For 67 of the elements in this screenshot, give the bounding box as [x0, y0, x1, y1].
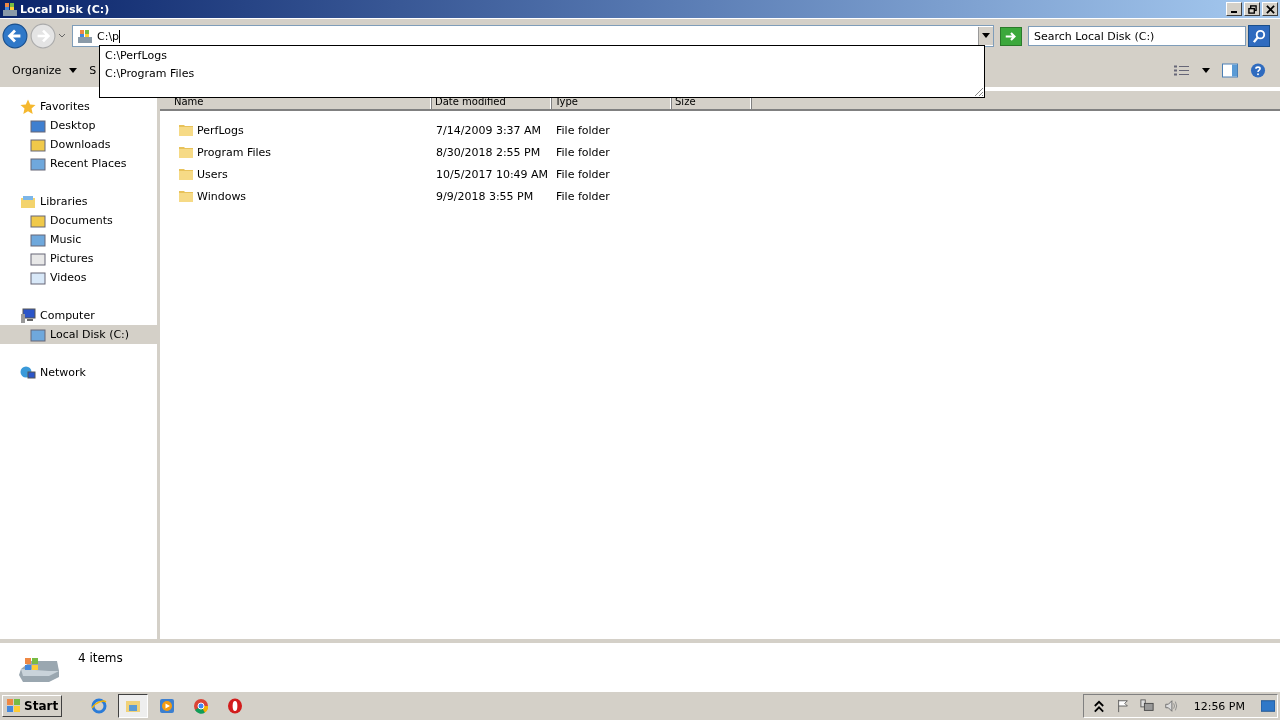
- chevron-icon[interactable]: [1091, 699, 1106, 713]
- item-count: 4 items: [78, 651, 123, 665]
- caret-icon[interactable]: [1202, 67, 1210, 73]
- table-cell-text: File folder: [555, 167, 611, 181]
- back-icon[interactable]: [2, 23, 28, 49]
- library-icon: [20, 193, 36, 210]
- file-name[interactable]: Windows: [197, 189, 247, 203]
- speaker-icon[interactable]: [1163, 699, 1178, 713]
- search-field[interactable]: Search Local Disk (C:): [1028, 26, 1246, 46]
- sidebar-item[interactable]: Documents: [0, 211, 157, 230]
- browser-icon[interactable]: [91, 698, 108, 714]
- caret-icon[interactable]: [982, 33, 990, 39]
- resize-grip-icon[interactable]: [972, 85, 984, 97]
- arrow-icon: [1004, 30, 1018, 42]
- media-player-icon[interactable]: [159, 698, 176, 714]
- caret-icon: [69, 67, 78, 73]
- sidebar-item[interactable]: Favorites: [0, 97, 157, 116]
- sidebar-item[interactable]: Libraries: [0, 192, 157, 211]
- window-title: Local Disk (C:): [20, 2, 110, 16]
- chrome-icon[interactable]: [193, 698, 210, 714]
- table-cell-text: 7/14/2009 3:37 AM: [435, 123, 543, 137]
- minimize-icon: [1231, 10, 1237, 13]
- toolbar-button[interactable]: Organize: [6, 63, 84, 77]
- drive-icon: [17, 655, 61, 683]
- network-icon[interactable]: [1139, 699, 1154, 713]
- suggestion-item[interactable]: C:\Program Files: [100, 65, 984, 82]
- go-button[interactable]: [1000, 26, 1022, 46]
- sidebar-item[interactable]: Local Disk (C:): [0, 325, 157, 344]
- computer-icon: [20, 307, 36, 324]
- table-cell-text: File folder: [555, 123, 611, 137]
- sidebar-item[interactable]: Videos: [0, 268, 157, 287]
- drive-icon: [77, 28, 93, 44]
- file-name[interactable]: Program Files: [197, 145, 272, 159]
- drive-icon: [2, 1, 18, 17]
- file-name[interactable]: Users: [197, 167, 228, 181]
- show-desktop-icon[interactable]: [1261, 699, 1275, 713]
- windows-logo-icon: [6, 698, 22, 714]
- star-icon: [20, 98, 36, 115]
- suggestion-item[interactable]: C:\PerfLogs: [100, 47, 984, 64]
- table-cell-text: 10/5/2017 10:49 AM: [435, 167, 550, 181]
- search-icon: [1251, 28, 1267, 44]
- file-name[interactable]: PerfLogs: [197, 123, 244, 137]
- sidebar-item[interactable]: Network: [0, 363, 157, 382]
- search-button[interactable]: [1248, 25, 1270, 47]
- table-cell-text: File folder: [555, 189, 611, 203]
- explorer-taskbar-button[interactable]: [118, 694, 149, 718]
- start-button[interactable]: Start: [2, 695, 63, 717]
- sidebar-item[interactable]: Computer: [0, 306, 157, 325]
- sidebar-item[interactable]: Music: [0, 230, 157, 249]
- table-cell-text: 9/9/2018 3:55 PM: [435, 189, 535, 203]
- close-button[interactable]: [1262, 2, 1278, 16]
- table-cell-text: 8/30/2018 2:55 PM: [435, 145, 542, 159]
- sidebar-item[interactable]: Downloads: [0, 135, 157, 154]
- minimize-button[interactable]: [1226, 2, 1242, 16]
- preview-pane-icon[interactable]: [1222, 62, 1238, 78]
- sidebar-item[interactable]: Pictures: [0, 249, 157, 268]
- sidebar-item[interactable]: Desktop: [0, 116, 157, 135]
- help-icon[interactable]: [1250, 62, 1266, 78]
- address-field[interactable]: C:\p: [72, 25, 994, 47]
- restore-button[interactable]: [1244, 2, 1260, 16]
- flag-icon[interactable]: [1115, 699, 1130, 713]
- opera-icon[interactable]: [227, 698, 244, 714]
- toolbar-button[interactable]: S: [83, 63, 103, 77]
- network-icon: [20, 364, 36, 381]
- sidebar-item[interactable]: Recent Places: [0, 154, 157, 173]
- table-cell-text: File folder: [555, 145, 611, 159]
- clock[interactable]: 12:56 PM: [1193, 699, 1245, 713]
